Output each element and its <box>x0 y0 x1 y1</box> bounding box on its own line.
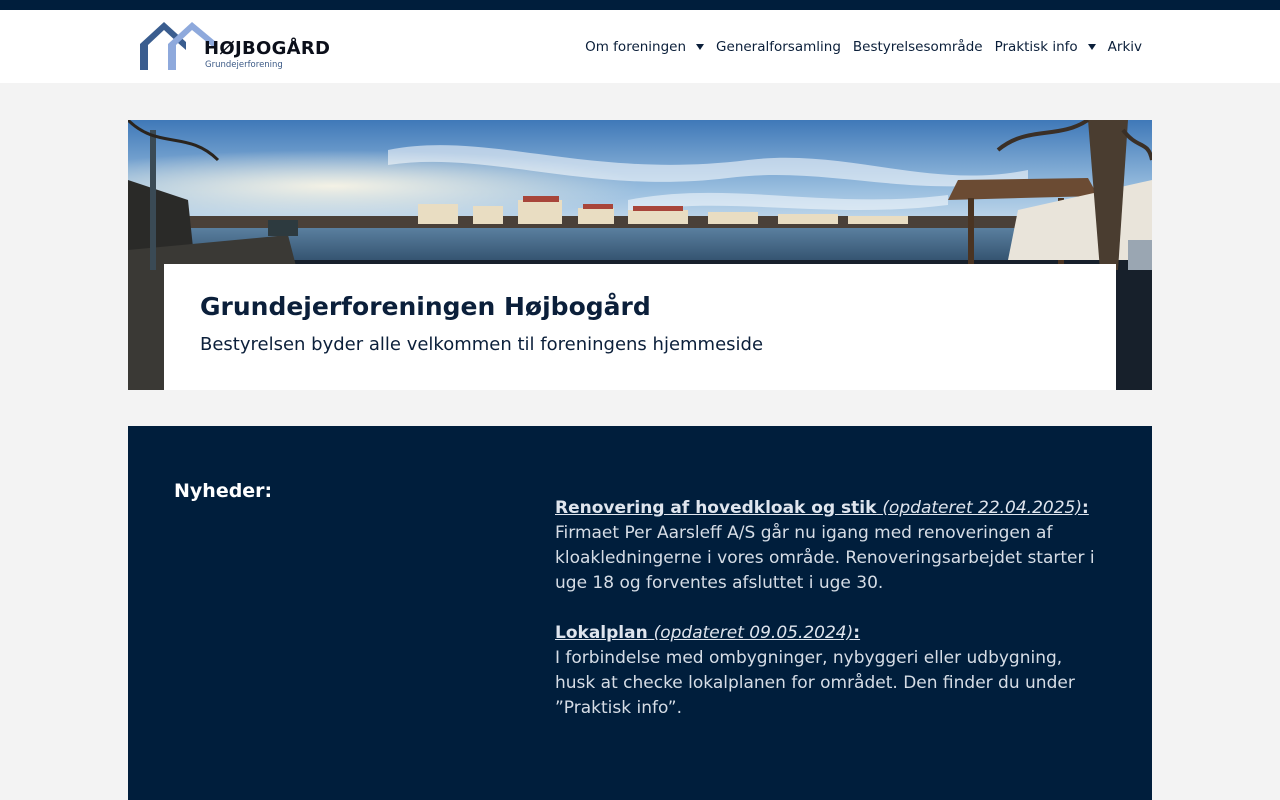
news-item-title-link[interactable]: Lokalplan (opdateret 09.05.2024): <box>555 623 860 643</box>
caret-down-icon <box>1087 44 1096 50</box>
hero-card: Grundejerforeningen Højbogård Bestyrelse… <box>164 264 1116 390</box>
nav-item-generalforsamling[interactable]: Generalforsamling <box>716 39 841 55</box>
news-item-title: Lokalplan <box>555 623 648 643</box>
nav-item-om-foreningen[interactable]: Om foreningen <box>585 38 705 55</box>
nav-item-label: Om foreningen <box>585 38 687 55</box>
site-logo[interactable]: HØJBOGÅRD Grundejerforening <box>138 20 331 74</box>
nav-item-label: Generalforsamling <box>716 38 841 55</box>
nav-item-arkiv[interactable]: Arkiv <box>1108 39 1142 55</box>
news-list: Renovering af hovedkloak og stik (opdate… <box>555 496 1103 746</box>
nav-item-label: Arkiv <box>1107 38 1142 55</box>
top-accent-bar <box>0 0 1280 10</box>
news-item-updated: (opdateret 09.05.2024) <box>653 623 854 643</box>
news-item-colon: : <box>853 623 861 643</box>
news-item-updated: (opdateret 22.04.2025) <box>882 498 1082 518</box>
site-header: HØJBOGÅRD Grundejerforening Om foreninge… <box>0 10 1280 83</box>
news-item-title-link[interactable]: Renovering af hovedkloak og stik (opdate… <box>555 498 1089 518</box>
news-heading: Nyheder: <box>174 480 273 502</box>
nav-item-bestyrelsesomraade[interactable]: Bestyrelsesområde <box>853 39 983 55</box>
brand-subtitle: Grundejerforening <box>205 60 283 70</box>
nav-item-label: Praktisk info <box>994 38 1078 55</box>
nav-item-praktisk-info[interactable]: Praktisk info <box>995 39 1096 55</box>
news-item-colon: : <box>1082 498 1089 518</box>
main-navigation: Om foreningen Generalforsamling Bestyrel… <box>573 10 1142 83</box>
caret-down-icon <box>696 44 705 50</box>
news-item: Renovering af hovedkloak og stik (opdate… <box>555 496 1103 596</box>
page-title: Grundejerforeningen Højbogård <box>200 292 651 321</box>
news-item-body: Firmaet Per Aarsleff A/S går nu igang me… <box>555 523 1095 593</box>
news-item: Lokalplan (opdateret 09.05.2024): I forb… <box>555 621 1103 721</box>
brand-name: HØJBOGÅRD <box>204 38 331 59</box>
welcome-text: Bestyrelsen byder alle velkommen til for… <box>200 334 764 355</box>
nav-item-label: Bestyrelsesområde <box>852 38 983 55</box>
hero-banner: Grundejerforeningen Højbogård Bestyrelse… <box>128 120 1152 390</box>
news-item-title: Renovering af hovedkloak og stik <box>555 498 877 518</box>
news-item-body: I forbindelse med ombygninger, nybyggeri… <box>555 648 1075 718</box>
news-section: Nyheder: Renovering af hovedkloak og sti… <box>128 426 1152 800</box>
